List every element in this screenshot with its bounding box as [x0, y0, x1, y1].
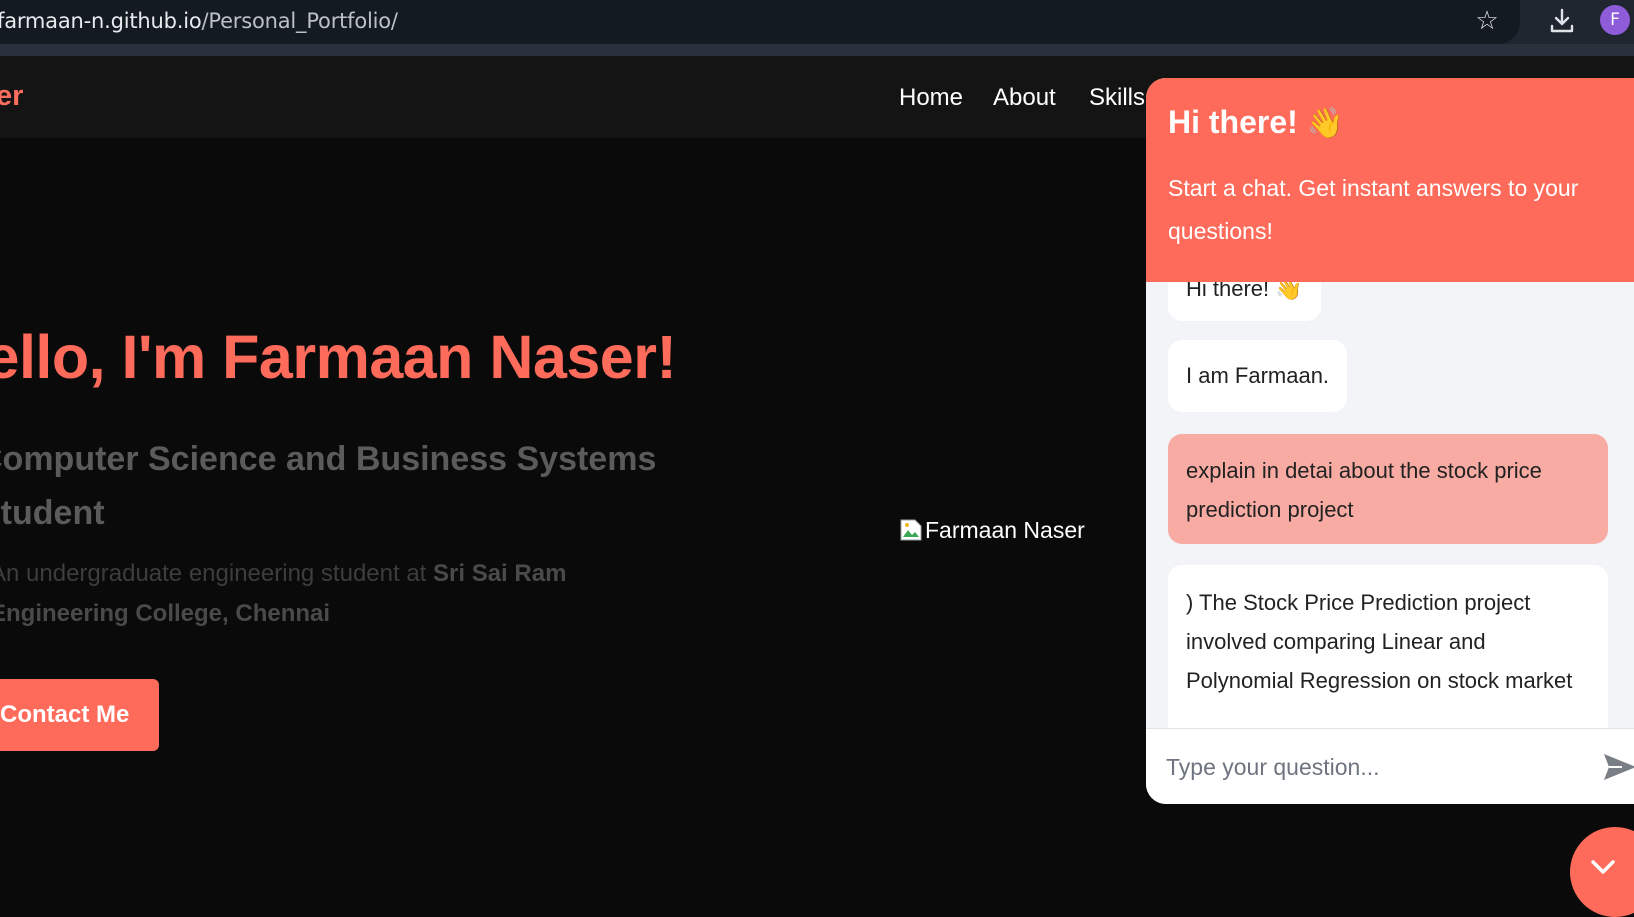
send-icon[interactable] [1602, 751, 1634, 783]
chat-message-list[interactable]: Hi there! 👋 I am Farmaan. explain in det… [1146, 282, 1634, 732]
nav-link-skills[interactable]: Skills [1089, 84, 1145, 112]
hero-desc-text: An undergraduate engineering student at [0, 560, 434, 587]
chat-header: Hi there! 👋 Start a chat. Get instant an… [1146, 78, 1634, 282]
url-path: /Personal_Portfolio/ [201, 9, 399, 33]
address-bar[interactable]: farmaan-n.github.io/Personal_Portfolio/ [0, 0, 1520, 44]
browser-toolbar: farmaan-n.github.io/Personal_Portfolio/ … [0, 0, 1634, 56]
nav-link-about[interactable]: About [993, 84, 1056, 112]
hero-description: An undergraduate engineering student at … [0, 554, 610, 634]
profile-image-alt-text: Farmaan Naser [925, 516, 1085, 543]
chat-header-subtitle: Start a chat. Get instant answers to you… [1168, 175, 1579, 244]
chat-message-user: explain in detai about the stock price p… [1168, 434, 1608, 544]
chat-message-bot: I am Farmaan. [1168, 340, 1348, 412]
url-domain: farmaan-n.github.io [0, 9, 202, 33]
hero-subtitle: Computer Science and Business Systems St… [0, 440, 657, 532]
chat-question-input[interactable] [1166, 747, 1566, 787]
chat-message-bot: ) The Stock Price Prediction project inv… [1168, 565, 1608, 732]
chat-header-title: Hi there! 👋 [1168, 104, 1624, 141]
site-logo[interactable]: er [0, 80, 23, 113]
toolbar-divider [0, 44, 1634, 56]
url-text[interactable]: farmaan-n.github.io/Personal_Portfolio/ [0, 9, 398, 33]
profile-avatar[interactable]: F [1600, 5, 1630, 35]
chat-input-bar [1146, 728, 1634, 804]
chat-message-bot: Hi there! 👋 [1168, 282, 1321, 321]
profile-image: Farmaan Naser [899, 513, 1085, 547]
nav-link-home[interactable]: Home [899, 84, 963, 112]
chat-toggle-button[interactable] [1570, 827, 1634, 917]
wave-hand-icon: 👋 [1306, 107, 1345, 140]
chat-widget: Hi there! 👋 Start a chat. Get instant an… [1146, 78, 1634, 804]
contact-me-button[interactable]: Contact Me [0, 679, 159, 751]
chevron-down-icon [1591, 860, 1615, 874]
chat-title-text: Hi there! [1168, 104, 1298, 140]
bookmark-star-icon[interactable]: ☆ [1472, 5, 1502, 35]
broken-image-icon [900, 519, 922, 541]
hero-title: Hello, I'm Farmaan Naser! [0, 323, 677, 391]
download-icon[interactable] [1547, 6, 1577, 36]
